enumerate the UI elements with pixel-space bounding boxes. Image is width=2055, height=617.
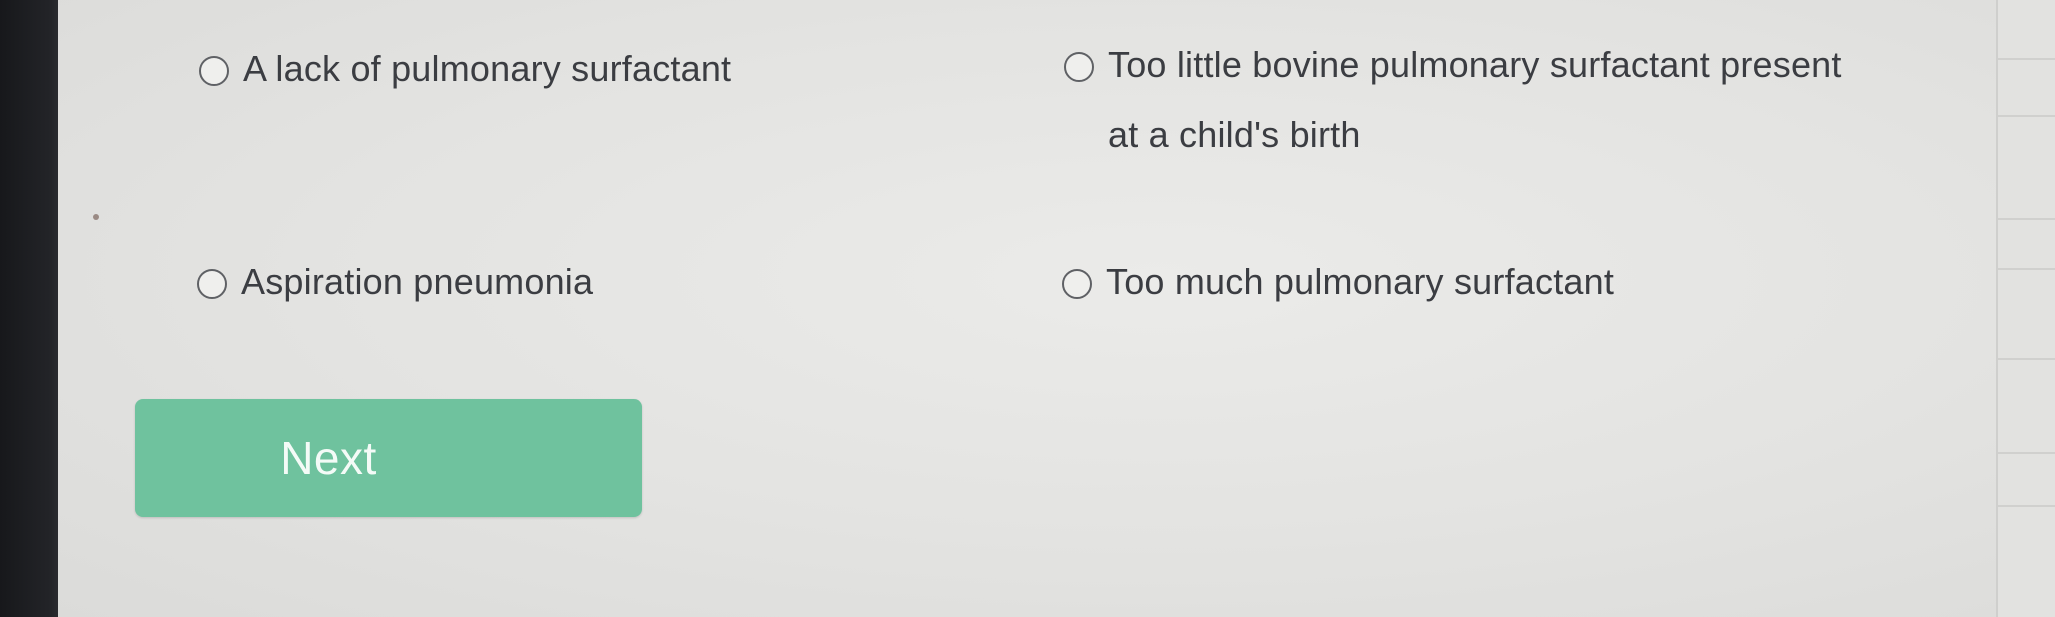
right-side-panel — [1996, 0, 2055, 617]
option-label: Too little bovine pulmonary surfactant p… — [1108, 44, 1842, 155]
option-too-much-surfactant[interactable]: Too much pulmonary surfactant — [1062, 261, 1614, 317]
option-label: A lack of pulmonary surfactant — [243, 48, 732, 89]
panel-divider — [1998, 452, 2055, 454]
panel-divider — [1998, 505, 2055, 507]
radio-button[interactable] — [1062, 269, 1092, 299]
panel-divider — [1998, 218, 2055, 220]
screen-speck — [93, 214, 99, 220]
next-button[interactable]: Next — [135, 399, 642, 517]
radio-button[interactable] — [1064, 52, 1094, 82]
option-label: Too much pulmonary surfactant — [1106, 261, 1615, 302]
device-bezel — [0, 0, 60, 617]
radio-button[interactable] — [199, 56, 229, 86]
option-label: Aspiration pneumonia — [241, 261, 594, 302]
radio-button[interactable] — [197, 269, 227, 299]
next-button-label: Next — [280, 432, 377, 484]
panel-divider — [1998, 268, 2055, 270]
panel-divider — [1998, 58, 2055, 60]
panel-divider — [1998, 358, 2055, 360]
option-aspiration-pneumonia[interactable]: Aspiration pneumonia — [197, 261, 593, 317]
option-too-little-bovine-surfactant[interactable]: Too little bovine pulmonary surfactant p… — [1064, 44, 1844, 170]
panel-divider — [1998, 115, 2055, 117]
option-lack-of-surfactant[interactable]: A lack of pulmonary surfactant — [199, 48, 731, 104]
